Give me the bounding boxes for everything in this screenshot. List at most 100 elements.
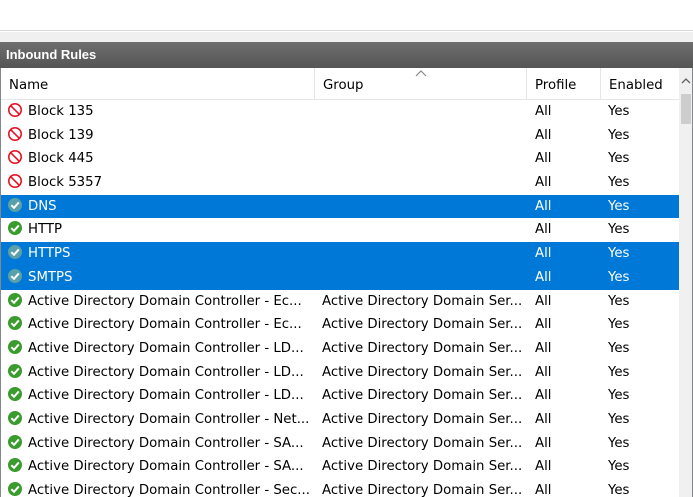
rule-group xyxy=(322,171,526,195)
rule-name: Active Directory Domain Controller - LD.… xyxy=(28,340,304,356)
allow-check-icon xyxy=(8,434,22,449)
rule-name-cell: Active Directory Domain Controller - Sec… xyxy=(7,479,315,497)
top-toolbar-area xyxy=(0,0,693,31)
rule-profile: All xyxy=(535,222,552,238)
rule-profile: All xyxy=(535,411,552,427)
allow-check-icon xyxy=(8,268,22,283)
rule-enabled: Yes xyxy=(608,104,630,119)
allow-check-icon xyxy=(8,363,22,378)
rules-rows: Block 135 All Yes Block 139 All Yes Block 445 A… xyxy=(1,100,679,497)
rule-profile: All xyxy=(535,364,552,380)
table-row[interactable]: Active Directory Domain Controller - LD.… xyxy=(1,337,679,361)
rule-enabled: Yes xyxy=(608,151,630,167)
block-icon xyxy=(8,126,22,141)
column-header-name[interactable]: Name xyxy=(1,68,315,100)
rule-name: Block 445 xyxy=(28,151,94,167)
table-row[interactable]: Active Directory Domain Controller - LD.… xyxy=(1,384,679,408)
rule-group xyxy=(322,266,526,290)
rule-profile: All xyxy=(535,198,552,214)
rule-group: Active Directory Domain Ser... xyxy=(322,411,523,427)
rule-enabled: Yes xyxy=(608,364,630,380)
rule-name-cell: Active Directory Domain Controller - Net… xyxy=(7,408,315,432)
rule-name: Active Directory Domain Controller - LD.… xyxy=(28,364,304,380)
allow-check-icon xyxy=(8,458,22,473)
block-icon xyxy=(8,103,22,117)
rule-group xyxy=(322,100,526,124)
rule-enabled: Yes xyxy=(608,340,630,356)
rule-name-cell: SMTPS xyxy=(7,266,315,290)
rule-profile: All xyxy=(535,317,552,333)
rule-enabled: Yes xyxy=(608,435,630,451)
table-row[interactable]: Active Directory Domain Controller - SA.… xyxy=(1,432,679,456)
allow-check-icon xyxy=(8,410,22,425)
allow-check-icon xyxy=(8,316,22,331)
rule-enabled: Yes xyxy=(608,483,630,497)
table-row[interactable]: Active Directory Domain Controller - SA.… xyxy=(1,455,679,479)
rule-group: Active Directory Domain Ser... xyxy=(322,317,523,333)
allow-check-icon xyxy=(8,245,22,260)
rule-profile: All xyxy=(535,388,552,404)
rule-profile: All xyxy=(535,459,552,475)
rule-name-cell: Active Directory Domain Controller - SA.… xyxy=(7,455,315,479)
rule-name: HTTPS xyxy=(28,246,71,262)
rule-group: Active Directory Domain Ser... xyxy=(322,364,523,380)
panel-gap xyxy=(0,32,693,42)
rule-profile: All xyxy=(535,246,552,262)
rule-profile: All xyxy=(535,151,552,167)
rule-name-cell: Active Directory Domain Controller - Ec.… xyxy=(7,290,315,314)
rule-enabled: Yes xyxy=(608,411,630,427)
table-row[interactable]: DNS All Yes xyxy=(1,194,679,219)
column-header-profile[interactable]: Profile xyxy=(527,68,601,100)
scroll-up-arrow-icon[interactable] xyxy=(679,74,693,88)
rule-enabled: Yes xyxy=(608,317,630,333)
rule-name-cell: Block 445 xyxy=(7,147,315,171)
column-header-enabled[interactable]: Enabled xyxy=(601,68,679,100)
panel-title: Inbound Rules xyxy=(0,42,693,68)
rule-profile: All xyxy=(535,340,552,356)
table-row[interactable]: Active Directory Domain Controller - Net… xyxy=(1,408,679,432)
table-row[interactable]: Active Directory Domain Controller - Ec.… xyxy=(1,313,679,337)
table-row[interactable]: Block 139 All Yes xyxy=(1,124,679,148)
rule-name-cell: Active Directory Domain Controller - LD.… xyxy=(7,361,315,385)
allow-check-icon xyxy=(8,339,22,354)
scrollbar-thumb[interactable] xyxy=(681,94,691,124)
table-row[interactable]: Block 445 All Yes xyxy=(1,147,679,171)
rule-group xyxy=(322,195,526,219)
table-row[interactable]: Active Directory Domain Controller - Sec… xyxy=(1,479,679,497)
rule-enabled: Yes xyxy=(608,127,630,143)
rule-enabled: Yes xyxy=(608,388,630,404)
rule-enabled: Yes xyxy=(608,293,630,309)
table-row[interactable]: HTTPS All Yes xyxy=(1,242,679,266)
rule-name: Block 139 xyxy=(28,127,94,143)
rules-list[interactable]: Name Group Profile Enabled Block 135 All Y… xyxy=(0,68,693,497)
table-row[interactable]: SMTPS All Yes xyxy=(1,265,679,290)
allow-check-icon xyxy=(8,387,22,402)
rule-name: Block 135 xyxy=(28,104,94,119)
rule-profile: All xyxy=(535,435,552,451)
rule-group: Active Directory Domain Ser... xyxy=(322,293,523,309)
rule-enabled: Yes xyxy=(608,269,630,285)
rule-group xyxy=(322,218,526,242)
rule-name: HTTP xyxy=(28,222,63,238)
table-row[interactable]: Active Directory Domain Controller - Ec.… xyxy=(1,290,679,314)
rule-profile: All xyxy=(535,483,552,497)
table-row[interactable]: Block 5357 All Yes xyxy=(1,171,679,195)
table-row[interactable]: Block 135 All Yes xyxy=(1,100,679,124)
table-row[interactable]: Active Directory Domain Controller - LD.… xyxy=(1,361,679,385)
rule-name-cell: Block 5357 xyxy=(7,171,315,195)
vertical-scrollbar[interactable] xyxy=(679,68,693,497)
rule-profile: All xyxy=(535,269,552,285)
rule-profile: All xyxy=(535,104,552,119)
rule-name: SMTPS xyxy=(28,269,73,285)
table-row[interactable]: HTTP All Yes xyxy=(1,218,679,242)
rule-name-cell: Active Directory Domain Controller - SA.… xyxy=(7,432,315,456)
rule-name-cell: HTTP xyxy=(7,218,315,242)
sort-arrow-up-icon xyxy=(415,70,427,77)
rule-name-cell: Block 135 xyxy=(7,100,315,124)
rule-group: Active Directory Domain Ser... xyxy=(322,388,523,404)
rule-name: Block 5357 xyxy=(28,175,103,191)
rule-group: Active Directory Domain Ser... xyxy=(322,483,523,497)
rule-group: Active Directory Domain Ser... xyxy=(322,340,523,356)
rule-enabled: Yes xyxy=(608,246,630,262)
rule-group xyxy=(322,124,526,148)
